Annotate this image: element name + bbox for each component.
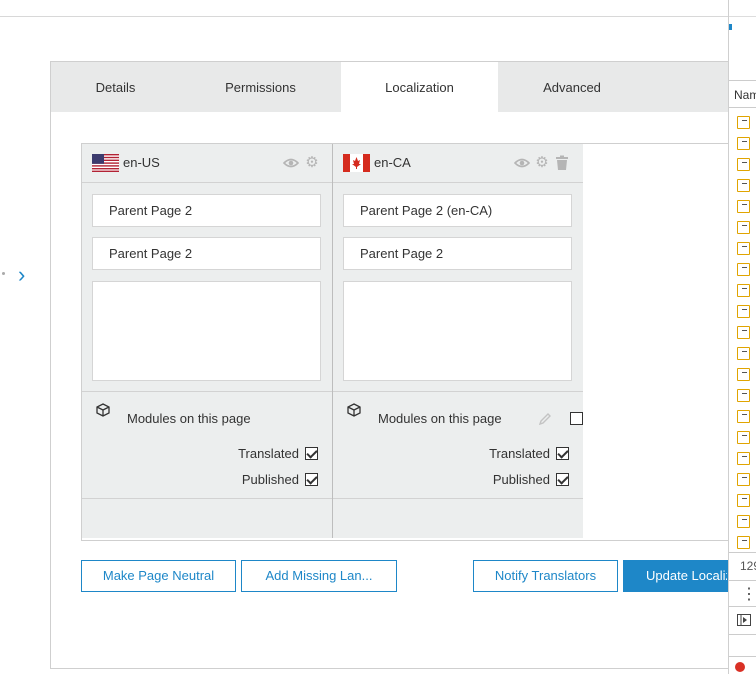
tab-permissions[interactable]: Permissions [180,62,341,112]
locale-code: en-CA [374,155,411,170]
file-icon[interactable] [737,137,750,150]
cube-icon [347,403,361,417]
request-count: 129 [740,559,756,573]
eye-icon[interactable] [282,155,300,171]
console-drawer-icon[interactable] [737,614,751,626]
divider [729,16,756,17]
add-missing-languages-button[interactable]: Add Missing Lan... [241,560,397,592]
divider [82,498,332,499]
file-icon[interactable] [737,452,750,465]
divider [729,606,756,607]
top-divider [0,0,728,17]
notify-translators-button[interactable]: Notify Translators [473,560,618,592]
tab-bar: Details Permissions Localization Advance… [51,62,728,113]
file-icon[interactable] [737,305,750,318]
page-name-field[interactable]: Parent Page 2 [92,194,321,227]
file-icon[interactable] [737,389,750,402]
file-icon[interactable] [737,179,750,192]
file-icon[interactable] [737,410,750,423]
file-icon[interactable] [737,221,750,234]
file-icon[interactable] [737,536,750,549]
locale-header: en-CA ⚙ [333,144,583,183]
divider [729,580,756,581]
error-icon[interactable] [735,662,745,672]
file-icon[interactable] [737,494,750,507]
divider [333,391,583,392]
file-icon[interactable] [737,431,750,444]
cube-icon [96,403,110,417]
tab-localization[interactable]: Localization [341,62,498,113]
file-icon[interactable] [737,347,750,360]
gear-icon[interactable]: ⚙ [534,155,550,171]
file-icon[interactable] [737,200,750,213]
published-checkbox[interactable] [305,473,318,486]
marker [729,24,732,30]
published-row: Published [242,472,318,487]
canada-flag-icon [343,154,370,172]
devtools-header-name[interactable]: Nam [734,88,756,102]
trash-icon[interactable] [554,155,570,171]
modules-label: Modules on this page [127,411,251,426]
file-icon[interactable] [737,473,750,486]
handle-dot [2,272,5,275]
translated-row: Translated [489,446,569,461]
divider [82,391,332,392]
divider [729,552,756,553]
eye-icon[interactable] [513,155,531,171]
file-icon[interactable] [737,263,750,276]
divider [333,498,583,499]
more-icon[interactable]: ⋮ [741,584,756,604]
modules-label: Modules on this page [378,411,502,426]
locale-code: en-US [123,155,160,170]
devtools-panel: Nam 129 ⋮ [728,0,756,674]
select-modules-checkbox[interactable] [570,412,583,425]
description-textarea[interactable] [343,281,572,381]
page-title-field[interactable]: Parent Page 2 [343,237,572,270]
page-name-field[interactable]: Parent Page 2 (en-CA) [343,194,572,227]
description-textarea[interactable] [92,281,321,381]
published-row: Published [493,472,569,487]
gear-icon[interactable]: ⚙ [304,155,320,171]
locale-column-en-ca: en-CA ⚙ Parent Page 2 (en-CA) Parent Pag… [333,144,583,538]
file-icon[interactable] [737,158,750,171]
tab-advanced[interactable]: Advanced [498,62,646,112]
us-flag-icon [92,154,119,172]
translated-checkbox[interactable] [305,447,318,460]
tab-details[interactable]: Details [51,62,180,112]
file-icon[interactable] [737,326,750,339]
file-icon[interactable] [737,515,750,528]
update-localization-button[interactable]: Update Localiz [623,560,728,592]
locale-header: en-US ⚙ [82,144,332,183]
edit-icon[interactable] [538,412,552,426]
make-page-neutral-button[interactable]: Make Page Neutral [81,560,236,592]
locale-column-en-us: en-US ⚙ Parent Page 2 Parent Page 2 Modu… [82,144,333,538]
file-icon[interactable] [737,116,750,129]
file-icon[interactable] [737,284,750,297]
translated-row: Translated [238,446,318,461]
divider [729,656,756,657]
chevron-right-icon[interactable]: › [18,264,25,286]
divider [729,80,756,81]
page-title-field[interactable]: Parent Page 2 [92,237,321,270]
published-checkbox[interactable] [556,473,569,486]
translated-checkbox[interactable] [556,447,569,460]
divider [729,634,756,635]
divider [729,107,756,108]
file-icon[interactable] [737,242,750,255]
file-icon[interactable] [737,368,750,381]
